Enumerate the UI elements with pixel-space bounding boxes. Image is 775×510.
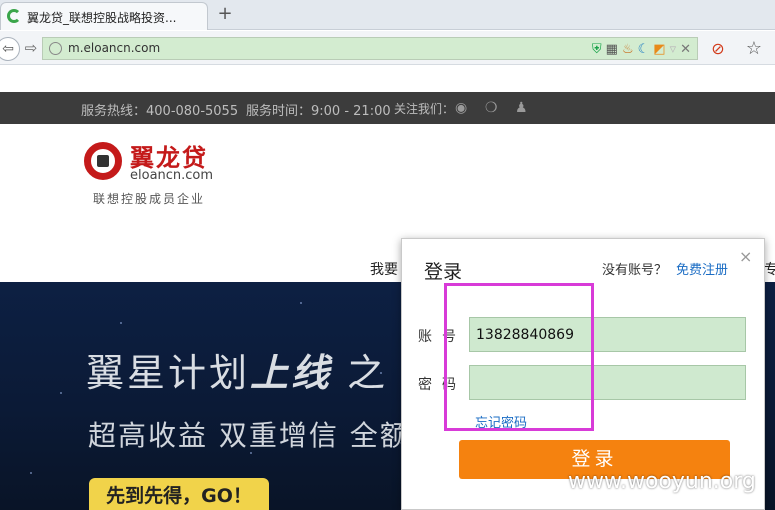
service-hotline: 服务热线：400-080-5055 [81,104,239,119]
logo-mark-icon [84,142,122,180]
shield-icon[interactable]: ⛨ [592,42,602,57]
browser-tab-active[interactable]: 翼龙贷_联想控股战略投资... [0,2,208,30]
follow-us-label: 关注我们： [394,102,455,116]
watermark: www.wooyun.org [568,469,756,494]
clear-icon[interactable]: ✕ [680,42,691,57]
banner-title: 翼星计划上线 之 [86,351,389,395]
weibo-icon[interactable]: ◉ [455,100,467,116]
site-favicon-icon [7,9,21,23]
qq-icon[interactable]: ♟ [515,100,528,116]
banner-subtitle: 超高收益 双重增信 全额 [88,419,410,452]
browser-toolbar: ⇦ ⇨ m.eloancn.com ⛨ ▦ ♨ ☾ ◩ ▿ ✕ ⊘ ☆ [0,31,775,65]
register-link[interactable]: 免费注册 [676,259,728,278]
java-icon[interactable]: ♨ [622,42,634,57]
login-dialog-title: 登录 [424,261,463,283]
banner-cta-button[interactable]: 先到先得，GO！ [89,478,269,510]
globe-icon [49,42,62,55]
dropdown-icon[interactable]: ▿ [670,42,677,57]
adblock-icon[interactable]: ⊘ [708,39,728,59]
forward-button[interactable]: ⇨ [22,39,40,57]
logo-subtitle: 联想控股成员企业 [93,192,206,206]
nav-item-partial-right[interactable]: 专 [764,259,775,279]
tab-title: 翼龙贷_联想控股战略投资... [27,11,177,25]
address-bar[interactable]: m.eloancn.com ⛨ ▦ ♨ ☾ ◩ ▿ ✕ [42,37,698,60]
new-tab-button[interactable]: + [214,4,236,26]
chart-icon[interactable]: ◩ [653,42,665,57]
qr-code-icon[interactable]: ▦ [606,42,618,57]
site-logo[interactable]: 翼龙贷 eloancn.com 联想控股成员企业 [84,138,224,208]
no-account-text: 没有账号？ [602,263,668,278]
address-bar-url: m.eloancn.com [68,41,161,55]
wechat-icon[interactable]: ❍ [485,100,498,116]
address-bar-icons: ⛨ ▦ ♨ ☾ ◩ ▿ ✕ [592,40,691,58]
ie-mode-icon[interactable]: ☾ [638,42,650,57]
service-time: 服务时间：9:00 - 21:00 [246,104,391,119]
logo-domain: eloancn.com [130,168,214,183]
browser-tab-strip: 翼龙贷_联想控股战略投资... + [0,0,775,30]
site-top-bar: 服务热线：400-080-5055 服务时间：9:00 - 21:00 关注我们… [0,92,775,124]
bookmark-star-icon[interactable]: ☆ [744,39,764,59]
annotation-highlight-box [444,283,594,431]
back-button[interactable]: ⇦ [0,37,20,61]
close-icon[interactable]: × [739,247,752,266]
nav-item-partial[interactable]: 我要 [370,259,398,279]
